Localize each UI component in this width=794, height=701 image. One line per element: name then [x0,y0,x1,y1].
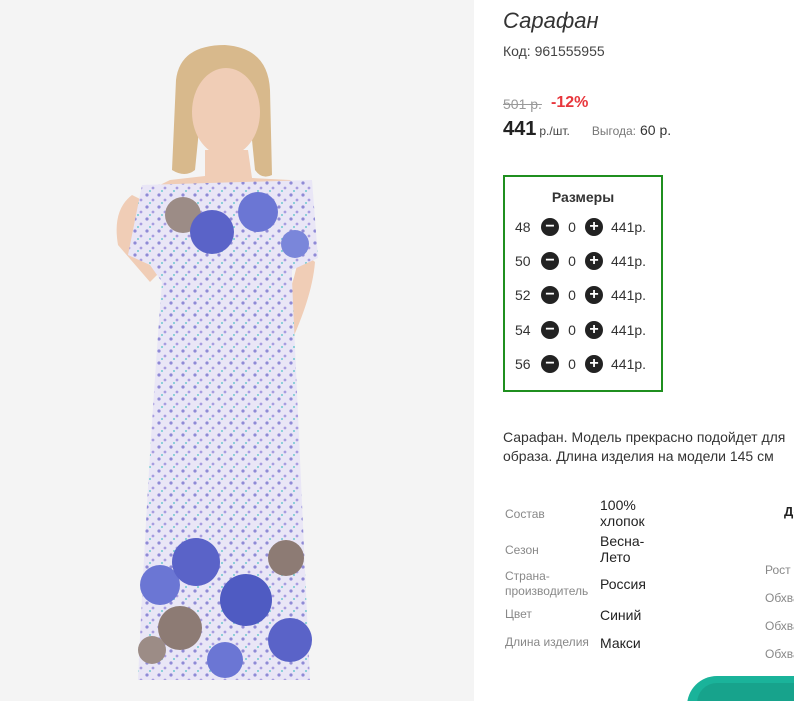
size-quantity: 0 [568,322,576,338]
benefit-label: Выгода: [591,124,637,138]
column2-label: Обхва [765,619,794,633]
size-quantity: 0 [568,287,576,303]
size-quantity: 0 [568,219,576,235]
column2-label: Рост [765,563,791,577]
minus-circle-icon[interactable]: − [541,252,559,270]
old-price: 501 р. [503,96,542,112]
size-price: 441р. [611,253,647,269]
size-price: 441р. [611,356,647,372]
price-unit: р./шт. [539,124,570,138]
benefit-value: 60 р. [640,122,672,138]
price-row: 441 р./шт. Выгода: 60 р. [503,118,671,141]
property-label: Состав [505,507,545,521]
size-number: 54 [515,322,531,338]
property-label: Длина изделия [505,635,589,649]
size-number: 50 [515,253,531,269]
plus-circle-icon[interactable]: + [585,218,603,236]
size-number: 48 [515,219,531,235]
property-value: 100% хлопок [600,497,645,529]
discount-badge: -12% [551,94,589,111]
sizes-selector: Размеры 48 − 0 + 441р. 50 − 0 + 441р. 52… [503,175,663,392]
product-title: Сарафан [503,8,599,33]
property-row: Состав 100% хлопок [505,497,665,529]
product-photo[interactable] [0,0,474,701]
size-quantity: 0 [568,253,576,269]
property-row: Страна-производитель Россия [505,569,665,599]
property-value: Весна-Лето [600,533,645,565]
size-price: 441р. [611,287,647,303]
current-price: 441 [503,118,537,140]
plus-circle-icon[interactable]: + [585,321,603,339]
property-value: Синий [600,607,642,623]
property-row: Длина изделия Макси [505,635,665,651]
column2-label: Обхва [765,647,794,661]
size-row: 52 − 0 + 441р. [515,285,646,305]
size-number: 56 [515,356,531,372]
size-row: 54 − 0 + 441р. [515,320,646,340]
plus-circle-icon[interactable]: + [585,355,603,373]
property-value: Макси [600,635,641,651]
minus-circle-icon[interactable]: − [541,355,559,373]
size-price: 441р. [611,322,647,338]
minus-circle-icon[interactable]: − [541,286,559,304]
dress-model-image [0,0,474,701]
size-row: 50 − 0 + 441р. [515,251,646,271]
size-row: 48 − 0 + 441р. [515,217,646,237]
size-row: 56 − 0 + 441р. [515,354,646,374]
size-price: 441р. [611,219,647,235]
property-label: Цвет [505,607,532,621]
plus-circle-icon[interactable]: + [585,286,603,304]
minus-circle-icon[interactable]: − [541,321,559,339]
minus-circle-icon[interactable]: − [541,218,559,236]
product-description: Сарафан. Модель прекрасно подойдет для о… [503,429,786,464]
size-quantity: 0 [568,356,576,372]
property-row: Сезон Весна-Лето [505,533,665,565]
property-value: Россия [600,576,646,592]
plus-circle-icon[interactable]: + [585,252,603,270]
sizes-title: Размеры [551,189,615,205]
size-number: 52 [515,287,531,303]
property-label: Сезон [505,543,539,557]
product-code: Код: 961555955 [503,43,605,59]
property-label: Страна-производитель [505,569,589,598]
column2-header: До [784,504,794,519]
add-to-cart-button[interactable] [687,676,794,701]
column2-label: Обхва [765,591,794,605]
property-row: Цвет Синий [505,607,665,623]
